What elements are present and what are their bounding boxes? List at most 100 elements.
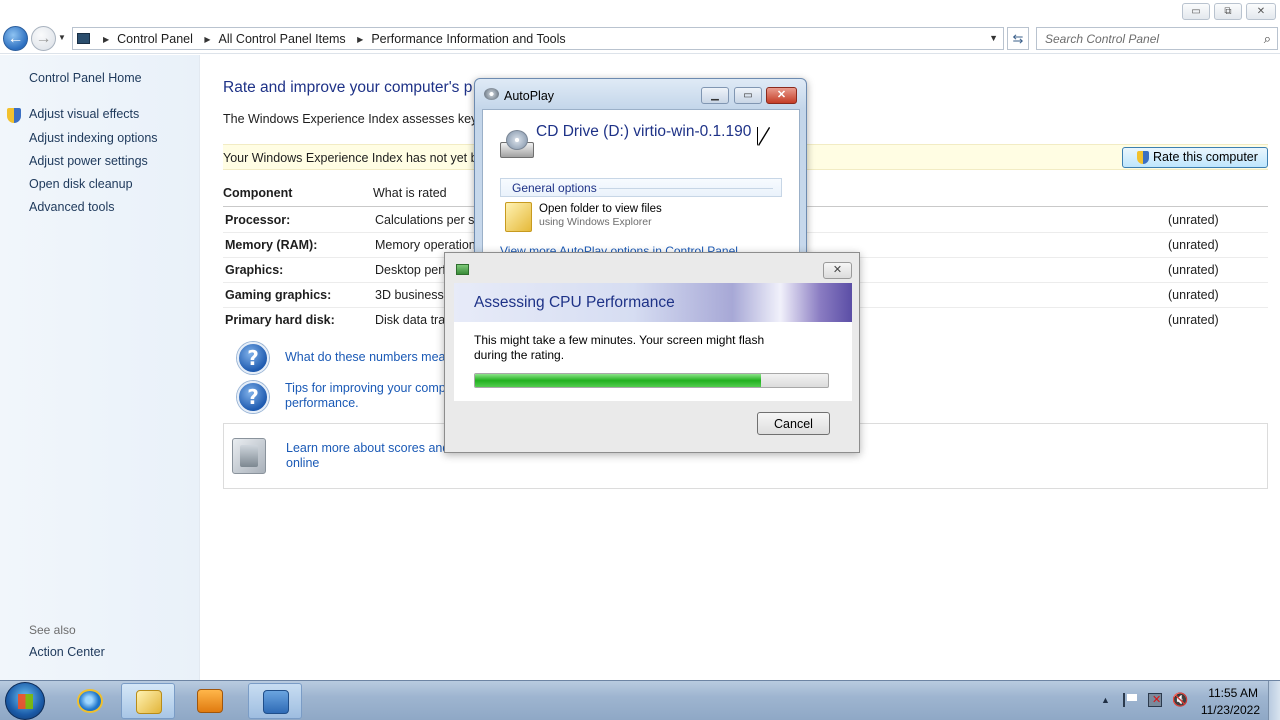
taskbar-control-panel[interactable]	[248, 683, 302, 719]
computer-info-icon	[232, 438, 266, 474]
assess-message: This might take a few minutes. Your scre…	[474, 333, 765, 362]
wei-status-text: Your Windows Experience Index has not ye…	[223, 151, 492, 165]
refresh-button[interactable]: ⇆	[1007, 27, 1029, 50]
autoplay-close-button[interactable]: ✕	[766, 87, 797, 104]
autoplay-minimize-button[interactable]: ▁	[701, 87, 729, 104]
back-button[interactable]: ←	[3, 26, 28, 51]
shield-icon	[1137, 151, 1149, 164]
assess-header: Assessing CPU Performance	[454, 283, 852, 322]
intro-text: The Windows Experience Index assesses ke…	[223, 112, 503, 126]
network-icon[interactable]	[1148, 693, 1162, 707]
component-score: (unrated)	[1168, 313, 1219, 327]
close-button[interactable]: ✕	[1246, 3, 1276, 20]
taskbar-media-player[interactable]	[183, 683, 237, 719]
component-name: Processor:	[225, 213, 291, 227]
control-panel-icon	[263, 690, 289, 714]
component-name: Graphics:	[225, 263, 284, 277]
progress-fill	[475, 374, 761, 387]
autoplay-dialog: AutoPlay ▁ ▭ ✕ CD Drive (D:) virtio-win-…	[474, 78, 807, 279]
help-icon[interactable]: ?	[237, 342, 269, 374]
assess-body: This might take a few minutes. Your scre…	[454, 322, 852, 401]
section-divider	[599, 188, 773, 189]
clock-time[interactable]: 11:55 AM	[1192, 686, 1258, 700]
help-link-text[interactable]: Tips for improving your comp	[285, 381, 446, 395]
show-desktop-button[interactable]	[1268, 681, 1280, 720]
taskbar-windows-explorer[interactable]	[121, 683, 175, 719]
breadcrumb-all-items[interactable]: All Control Panel Items	[219, 32, 346, 46]
chevron-right-icon[interactable]: ▶	[357, 35, 363, 44]
breadcrumb-control-panel[interactable]: Control Panel	[117, 32, 193, 46]
column-header-what-is-rated: What is rated	[373, 186, 447, 200]
recent-pages-dropdown-icon[interactable]: ▼	[58, 33, 66, 42]
component-description: 3D business a	[375, 288, 455, 302]
learn-link-text[interactable]: online	[286, 456, 319, 470]
dialog-title: AutoPlay	[504, 89, 555, 103]
taskbar-internet-explorer[interactable]	[63, 683, 117, 719]
sidebar-item-adjust-indexing-options[interactable]: Adjust indexing options	[29, 131, 158, 145]
open-folder-option[interactable]: Open folder to view files	[539, 203, 662, 215]
forward-button[interactable]: →	[31, 26, 56, 51]
volume-muted-icon[interactable]: 🔇	[1172, 693, 1188, 707]
column-header-component: Component	[223, 186, 293, 200]
search-input[interactable]	[1045, 29, 1255, 49]
assessing-dialog: ✕ Assessing CPU Performance This might t…	[444, 252, 860, 453]
learn-more-link[interactable]: Learn more about scores and s online	[286, 441, 459, 471]
performance-icon	[456, 264, 469, 275]
assess-title: Assessing CPU Performance	[474, 294, 675, 311]
component-name: Memory (RAM):	[225, 238, 318, 252]
progress-bar	[474, 373, 829, 388]
tips-improving-performance-link[interactable]: Tips for improving your comp performance…	[285, 381, 446, 411]
cancel-button[interactable]: Cancel	[757, 412, 830, 435]
component-score: (unrated)	[1168, 238, 1219, 252]
address-dropdown-icon[interactable]: ▼	[989, 33, 998, 43]
see-also-heading: See also	[29, 623, 76, 637]
assess-close-button[interactable]: ✕	[823, 262, 852, 279]
component-description: Calculations per se	[375, 213, 482, 227]
show-hidden-icons-button[interactable]: ▲	[1101, 695, 1110, 705]
start-button[interactable]	[5, 682, 45, 720]
component-description: Disk data tran	[375, 313, 453, 327]
sidebar-item-open-disk-cleanup[interactable]: Open disk cleanup	[29, 177, 133, 191]
minimize-button[interactable]: ▭	[1182, 3, 1210, 20]
rate-this-computer-button[interactable]: Rate this computer	[1122, 147, 1268, 168]
folder-icon	[136, 690, 162, 714]
chevron-right-icon[interactable]: ▶	[204, 35, 210, 44]
learn-link-text[interactable]: Learn more about scores and s	[286, 441, 459, 455]
shield-icon	[7, 108, 21, 123]
address-bar[interactable]: ▶ Control Panel ▶ All Control Panel Items …	[72, 27, 1004, 50]
sidebar-item-adjust-power-settings[interactable]: Adjust power settings	[29, 154, 148, 168]
help-icon[interactable]: ?	[237, 381, 269, 413]
breadcrumb: ▶ Control Panel ▶ All Control Panel Items …	[95, 32, 566, 46]
component-name: Primary hard disk:	[225, 313, 335, 327]
folder-icon[interactable]	[505, 202, 532, 232]
search-icon[interactable]: ⌕	[1264, 31, 1271, 47]
control-panel-icon	[77, 33, 90, 44]
mouse-cursor-icon	[758, 127, 769, 145]
drive-title: CD Drive (D:) virtio-win-0.1.190	[536, 123, 752, 140]
chevron-right-icon[interactable]: ▶	[103, 35, 109, 44]
control-panel-home-link[interactable]: Control Panel Home	[29, 71, 142, 85]
help-link-text[interactable]: What do these numbers mean	[285, 350, 452, 364]
cd-drive-icon	[484, 88, 499, 100]
sidebar-item-adjust-visual-effects[interactable]: Adjust visual effects	[29, 107, 139, 121]
what-do-numbers-mean-link[interactable]: What do these numbers mean	[285, 350, 452, 365]
media-player-icon	[197, 689, 223, 713]
internet-explorer-icon	[77, 689, 103, 713]
component-score: (unrated)	[1168, 263, 1219, 277]
sidebar-item-advanced-tools[interactable]: Advanced tools	[29, 200, 114, 214]
component-score: (unrated)	[1168, 213, 1219, 227]
rate-button-label: Rate this computer	[1153, 150, 1258, 164]
cd-drive-icon	[500, 130, 534, 160]
maximize-button[interactable]: ⧉	[1214, 3, 1242, 20]
search-box[interactable]: ⌕	[1036, 27, 1278, 50]
help-link-text[interactable]: performance.	[285, 396, 359, 410]
autoplay-maximize-button[interactable]: ▭	[734, 87, 762, 104]
autoplay-body: CD Drive (D:) virtio-win-0.1.190 General…	[482, 109, 800, 272]
action-center-link[interactable]: Action Center	[29, 645, 105, 659]
clock-date[interactable]: 11/23/2022	[1192, 703, 1260, 717]
action-center-flag-icon[interactable]	[1123, 693, 1137, 707]
open-folder-subtitle[interactable]: using Windows Explorer	[539, 216, 652, 228]
breadcrumb-performance[interactable]: Performance Information and Tools	[371, 32, 565, 46]
navigation-bar: ← → ▼ ▶ Control Panel ▶ All Control Panel …	[0, 24, 1280, 54]
component-description: Desktop perfo	[375, 263, 453, 277]
